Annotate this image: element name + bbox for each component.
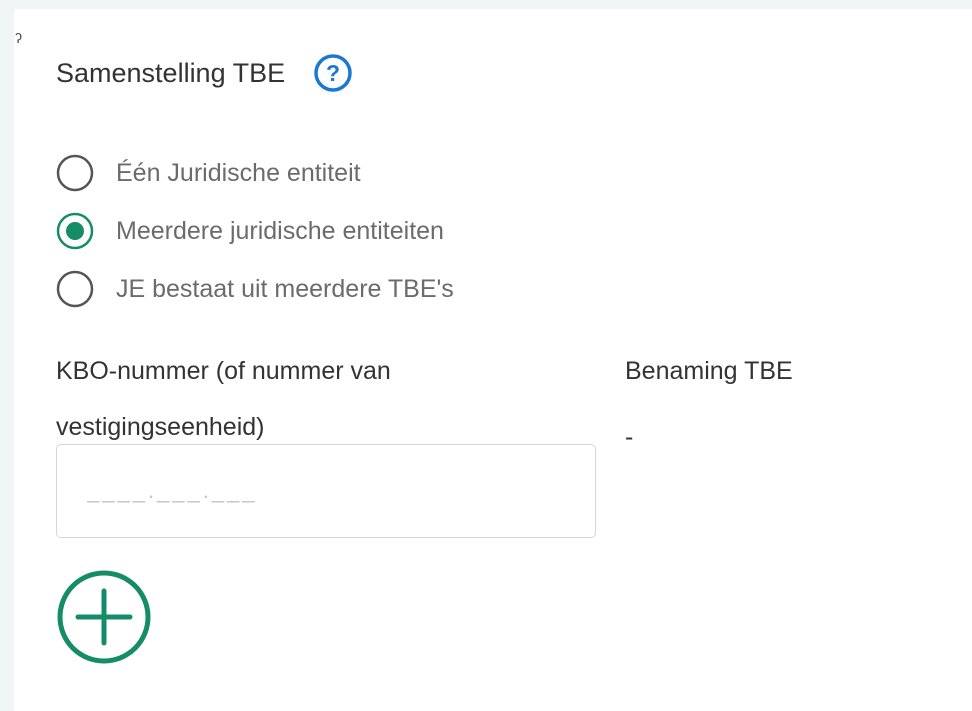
radio-option-je-meerdere-tbes[interactable]: JE bestaat uit meerdere TBE's [56, 260, 454, 318]
radio-unchecked-icon[interactable] [56, 154, 94, 192]
question-circle-icon[interactable]: ? [313, 53, 353, 93]
plus-circle-icon[interactable] [56, 569, 152, 665]
radio-unchecked-icon[interactable] [56, 270, 94, 308]
radio-label: JE bestaat uit meerdere TBE's [116, 274, 454, 303]
radio-label: Één Juridische entiteit [116, 158, 361, 187]
benaming-tbe-label: Benaming TBE [625, 357, 793, 385]
kbo-number-label: KBO-nummer (of nummer van vestigingseenh… [56, 357, 391, 441]
radio-option-meerdere-juridische-entiteiten[interactable]: Meerdere juridische entiteiten [56, 202, 454, 260]
tbe-composition-radio-group: Één Juridische entiteit Meerdere juridis… [56, 144, 454, 318]
section-header: Samenstelling TBE ? [56, 53, 353, 93]
radio-option-een-juridische-entiteit[interactable]: Één Juridische entiteit [56, 144, 454, 202]
corner-glyph: ʔ [15, 30, 22, 46]
benaming-tbe-value: - [625, 423, 634, 451]
svg-text:?: ? [326, 60, 340, 86]
radio-label: Meerdere juridische entiteiten [116, 216, 444, 245]
radio-checked-icon[interactable] [56, 212, 94, 250]
section-title: Samenstelling TBE [56, 57, 286, 88]
kbo-number-input[interactable] [56, 444, 596, 538]
form-panel: ʔ Samenstelling TBE ? Één Juridische ent… [14, 9, 972, 711]
